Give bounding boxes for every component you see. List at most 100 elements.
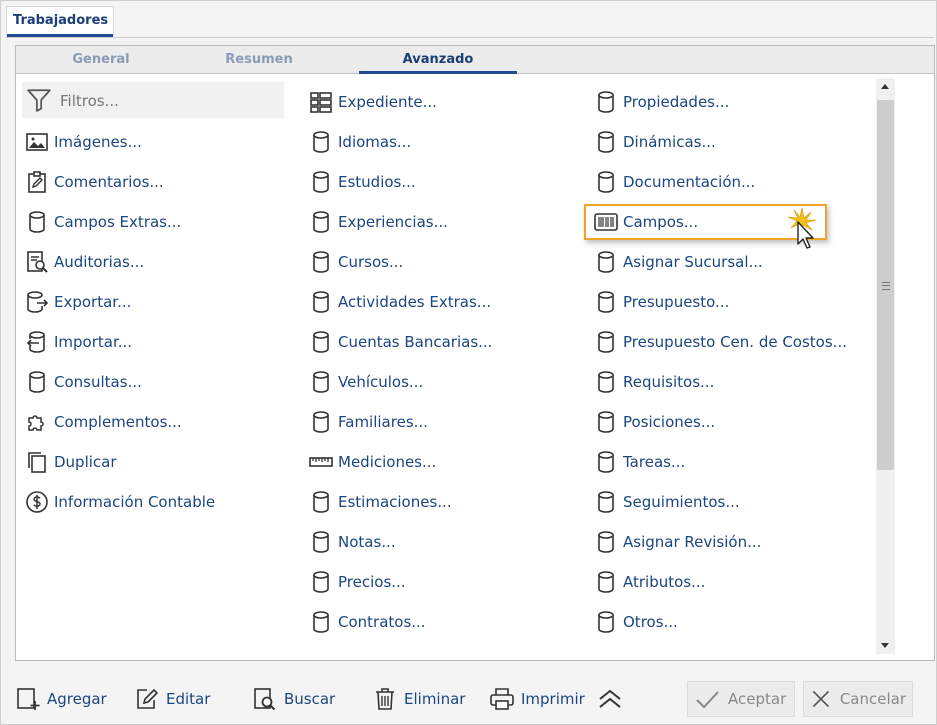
menu-item-contratos[interactable]: Contratos... — [308, 606, 578, 638]
database-icon — [308, 409, 334, 435]
menu-item-label: Campos... — [623, 213, 699, 231]
menu-item-label: Consultas... — [54, 373, 142, 391]
scrollbar-thumb[interactable] — [877, 100, 894, 470]
menu-item-label: Expediente... — [338, 93, 437, 111]
database-icon — [593, 409, 619, 435]
scroll-up-icon[interactable] — [881, 84, 889, 89]
menu-item-label: Complementos... — [54, 413, 182, 431]
database-icon — [593, 329, 619, 355]
database-icon — [593, 529, 619, 555]
menu-item-imagenes[interactable]: Imágenes... — [24, 126, 294, 158]
menu-item-label: Tareas... — [623, 453, 686, 471]
menu-item-cuentas-bancarias[interactable]: Cuentas Bancarias... — [308, 326, 578, 358]
database-import-icon — [24, 329, 50, 355]
menu-item-experiencias[interactable]: Experiencias... — [308, 206, 578, 238]
menu-item-label: Dinámicas... — [623, 133, 716, 151]
menu-item-label: Estudios... — [338, 173, 416, 191]
menu-item-label: Importar... — [54, 333, 133, 351]
close-icon — [812, 690, 830, 708]
menu-item-seguimientos[interactable]: Seguimientos... — [593, 486, 863, 518]
menu-item-campos-extras[interactable]: Campos Extras... — [24, 206, 294, 238]
tab-resumen[interactable]: Resumen — [180, 46, 338, 73]
add-button[interactable]: Agregar — [15, 681, 107, 717]
menu-item-exportar[interactable]: Exportar... — [24, 286, 294, 318]
menu-item-label: Otros... — [623, 613, 678, 631]
print-button[interactable]: Imprimir — [489, 681, 585, 717]
menu-item-asignar-revision[interactable]: Asignar Revisión... — [593, 526, 863, 558]
filter-input[interactable] — [58, 88, 282, 114]
vertical-scrollbar[interactable] — [876, 78, 895, 654]
accept-button[interactable]: Aceptar — [687, 681, 795, 717]
menu-item-requisitos[interactable]: Requisitos... — [593, 366, 863, 398]
menu-item-otros[interactable]: Otros... — [593, 606, 863, 638]
menu-item-vehiculos[interactable]: Vehículos... — [308, 366, 578, 398]
barcode-icon — [593, 209, 619, 235]
bottom-toolbar: Agregar Editar Buscar Eliminar Imprimir … — [1, 673, 937, 723]
menu-item-posiciones[interactable]: Posiciones... — [593, 406, 863, 438]
add-label: Agregar — [47, 690, 107, 708]
trash-icon — [376, 688, 394, 710]
database-icon — [593, 489, 619, 515]
menu-item-auditorias[interactable]: Auditorias... — [24, 246, 294, 278]
menu-item-presupuesto[interactable]: Presupuesto... — [593, 286, 863, 318]
menu-item-presupuesto-cen-de-costos[interactable]: Presupuesto Cen. de Costos... — [593, 326, 863, 358]
tab-general[interactable]: General — [22, 46, 180, 73]
search-label: Buscar — [284, 690, 336, 708]
check-icon — [696, 691, 719, 709]
menu-item-label: Mediciones... — [338, 453, 437, 471]
chevron-double-up-icon — [599, 689, 621, 708]
menu-item-complementos[interactable]: Complementos... — [24, 406, 294, 438]
menu-item-atributos[interactable]: Atributos... — [593, 566, 863, 598]
menu-item-cursos[interactable]: Cursos... — [308, 246, 578, 278]
menu-item-label: Propiedades... — [623, 93, 730, 111]
menu-item-importar[interactable]: Importar... — [24, 326, 294, 358]
database-icon — [593, 369, 619, 395]
menu-item-estudios[interactable]: Estudios... — [308, 166, 578, 198]
database-icon — [308, 569, 334, 595]
edit-label: Editar — [166, 690, 211, 708]
database-icon — [593, 169, 619, 195]
database-icon — [593, 89, 619, 115]
menu-item-duplicar[interactable]: Duplicar — [24, 446, 294, 478]
menu-item-label: Exportar... — [54, 293, 132, 311]
database-icon — [593, 449, 619, 475]
menu-item-notas[interactable]: Notas... — [308, 526, 578, 558]
clipboard-edit-icon — [24, 169, 50, 195]
menu-item-expediente[interactable]: Expediente... — [308, 86, 578, 118]
menu-item-label: Auditorias... — [54, 253, 145, 271]
menu-item-informacion-contable[interactable]: Información Contable — [24, 486, 294, 518]
database-icon — [593, 609, 619, 635]
ruler-icon — [308, 449, 334, 475]
tab-avanzado[interactable]: Avanzado — [359, 46, 517, 74]
menu-item-label: Comentarios... — [54, 173, 164, 191]
edit-button[interactable]: Editar — [134, 681, 210, 717]
scroll-down-icon[interactable] — [881, 643, 889, 648]
menu-item-consultas[interactable]: Consultas... — [24, 366, 294, 398]
menu-item-estimaciones[interactable]: Estimaciones... — [308, 486, 578, 518]
menu-item-dinamicas[interactable]: Dinámicas... — [593, 126, 863, 158]
menu-item-mediciones[interactable]: Mediciones... — [308, 446, 578, 478]
menu-item-familiares[interactable]: Familiares... — [308, 406, 578, 438]
collapse-button[interactable] — [597, 681, 629, 717]
menu-item-tareas[interactable]: Tareas... — [593, 446, 863, 478]
database-icon — [24, 209, 50, 235]
image-icon — [24, 129, 50, 155]
edit-icon — [137, 688, 159, 709]
delete-button[interactable]: Eliminar — [372, 681, 465, 717]
menu-item-label: Atributos... — [623, 573, 706, 591]
copy-icon — [24, 449, 50, 475]
database-icon — [593, 249, 619, 275]
menu-item-actividades-extras[interactable]: Actividades Extras... — [308, 286, 578, 318]
menu-item-idiomas[interactable]: Idiomas... — [308, 126, 578, 158]
subtab-bar: General Resumen Avanzado — [16, 46, 934, 74]
menu-item-propiedades[interactable]: Propiedades... — [593, 86, 863, 118]
database-icon — [308, 529, 334, 555]
menu-item-comentarios[interactable]: Comentarios... — [24, 166, 294, 198]
tab-trabajadores[interactable]: Trabajadores — [6, 6, 114, 37]
search-button[interactable]: Buscar — [252, 681, 335, 717]
cancel-button[interactable]: Cancelar — [803, 681, 913, 717]
menu-item-asignar-sucursal[interactable]: Asignar Sucursal... — [593, 246, 863, 278]
menu-item-documentacion[interactable]: Documentación... — [593, 166, 863, 198]
menu-item-precios[interactable]: Precios... — [308, 566, 578, 598]
menu-item-label: Duplicar — [54, 453, 117, 471]
